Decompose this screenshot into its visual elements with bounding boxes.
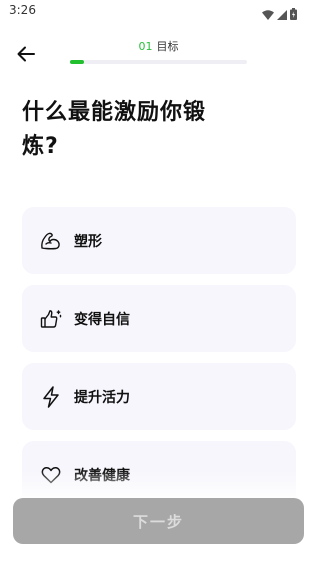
wifi-icon	[262, 5, 274, 24]
back-button[interactable]	[14, 42, 38, 66]
status-time: 3:26	[9, 3, 36, 17]
option-be-confident[interactable]: 变得自信	[22, 285, 296, 352]
thumbs-up-sparkle-icon	[40, 308, 62, 330]
onboarding-screen: 3:26 01 目标 什么最能激励你锻炼? 塑形 变得自信 提升活力 下一步	[0, 0, 317, 564]
option-label: 塑形	[74, 233, 102, 250]
signal-icon	[277, 5, 287, 24]
flexed-arm-icon	[40, 230, 62, 252]
arrow-left-icon	[17, 46, 35, 62]
status-icons	[262, 5, 297, 24]
question-title: 什么最能激励你锻炼?	[22, 100, 207, 159]
option-boost-energy[interactable]: 提升活力	[22, 363, 296, 430]
next-button[interactable]: 下一步	[13, 498, 304, 544]
battery-icon	[290, 5, 297, 24]
option-label: 变得自信	[74, 311, 130, 328]
step-indicator: 01 目标	[70, 39, 247, 64]
option-shape-up[interactable]: 塑形	[22, 207, 296, 274]
lightning-icon	[40, 385, 62, 408]
status-bar: 3:26	[0, 0, 317, 24]
progress-bar	[70, 60, 247, 64]
progress-fill	[70, 60, 85, 64]
step-title: 目标	[156, 40, 179, 53]
step-label: 01 目标	[70, 39, 247, 54]
option-label: 提升活力	[74, 389, 130, 406]
step-number: 01	[138, 40, 153, 53]
